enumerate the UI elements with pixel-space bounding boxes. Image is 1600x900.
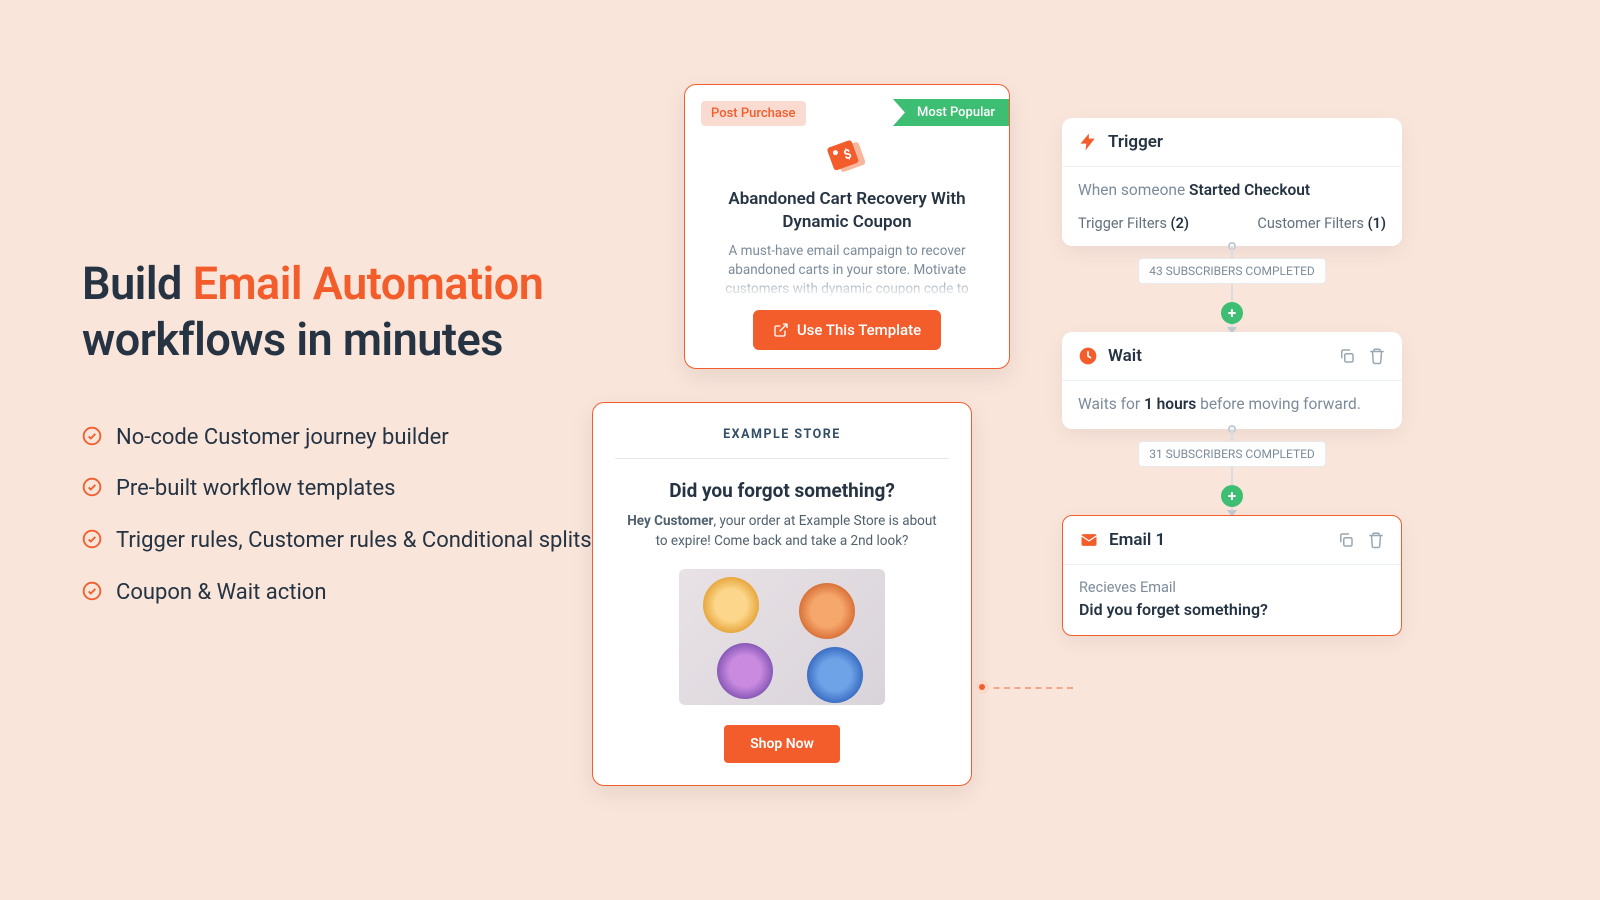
- workflow: Trigger When someone Started Checkout Tr…: [1062, 118, 1402, 636]
- trigger-filters[interactable]: Trigger Filters (2): [1078, 215, 1189, 232]
- wait-text: Waits for 1 hours before moving forward.: [1062, 381, 1402, 429]
- check-circle-icon: [82, 529, 102, 549]
- email-preview-card: EXAMPLE STORE Did you forgot something? …: [592, 402, 972, 786]
- check-circle-icon: [82, 477, 102, 497]
- feature-item: No-code Customer journey builder: [82, 423, 592, 453]
- feature-item: Trigger rules, Customer rules & Conditio…: [82, 526, 592, 556]
- connector-line: [983, 687, 1073, 689]
- mail-icon: [1079, 530, 1099, 550]
- headline-accent: Email Automation: [193, 257, 544, 310]
- trigger-text: When someone Started Checkout: [1062, 167, 1402, 215]
- headline-suffix: workflows in minutes: [82, 313, 503, 366]
- shop-now-button[interactable]: Shop Now: [724, 725, 840, 763]
- add-step-button[interactable]: +: [1221, 302, 1243, 324]
- feature-item: Coupon & Wait action: [82, 578, 592, 608]
- feature-label: Trigger rules, Customer rules & Conditio…: [116, 526, 592, 556]
- feature-item: Pre-built workflow templates: [82, 474, 592, 504]
- add-step-button[interactable]: +: [1221, 485, 1243, 507]
- clock-icon: [1078, 346, 1098, 366]
- template-description: A must-have email campaign to recover ab…: [701, 242, 993, 298]
- feature-list: No-code Customer journey builder Pre-bui…: [82, 423, 592, 608]
- connector: 43 SUBSCRIBERS COMPLETED +: [1062, 246, 1402, 332]
- use-template-label: Use This Template: [797, 321, 921, 339]
- use-template-button[interactable]: Use This Template: [753, 310, 941, 350]
- connector-dot: [975, 680, 989, 694]
- email-node-label: Email 1: [1109, 530, 1165, 550]
- trash-icon[interactable]: [1368, 347, 1386, 365]
- wait-node[interactable]: Wait Waits for 1 hours before moving for…: [1062, 332, 1402, 429]
- template-card: Post Purchase Most Popular $ Abandoned C…: [684, 84, 1010, 369]
- email-node-body: Recieves Email Did you forget something?: [1063, 565, 1401, 635]
- email-node[interactable]: Email 1 Recieves Email Did you forget so…: [1062, 515, 1402, 636]
- category-badge: Post Purchase: [701, 101, 806, 126]
- trigger-label: Trigger: [1108, 132, 1163, 152]
- wait-label: Wait: [1108, 346, 1142, 366]
- email-title: Did you forgot something?: [615, 479, 949, 502]
- page-headline: Build Email Automation workflows in minu…: [82, 256, 592, 369]
- feature-label: Coupon & Wait action: [116, 578, 327, 608]
- trash-icon[interactable]: [1367, 531, 1385, 549]
- bolt-icon: [1078, 132, 1098, 152]
- template-title: Abandoned Cart Recovery With Dynamic Cou…: [701, 188, 993, 234]
- subscriber-count: 31 SUBSCRIBERS COMPLETED: [1138, 441, 1326, 467]
- divider: [615, 458, 949, 459]
- customer-filters[interactable]: Customer Filters (1): [1257, 215, 1386, 232]
- store-name: EXAMPLE STORE: [615, 427, 949, 442]
- product-image: [679, 569, 885, 705]
- external-link-icon: [773, 322, 789, 338]
- check-circle-icon: [82, 426, 102, 446]
- connector: 31 SUBSCRIBERS COMPLETED +: [1062, 429, 1402, 515]
- trigger-node[interactable]: Trigger When someone Started Checkout Tr…: [1062, 118, 1402, 246]
- email-sub: Recieves Email: [1079, 579, 1385, 596]
- subscriber-count: 43 SUBSCRIBERS COMPLETED: [1138, 258, 1326, 284]
- feature-label: No-code Customer journey builder: [116, 423, 449, 453]
- headline-prefix: Build: [82, 257, 193, 310]
- price-tag-icon: $: [701, 136, 993, 180]
- check-circle-icon: [82, 581, 102, 601]
- duplicate-icon[interactable]: [1338, 347, 1356, 365]
- duplicate-icon[interactable]: [1337, 531, 1355, 549]
- email-body: Hey Customer, your order at Example Stor…: [615, 512, 949, 551]
- email-body-greeting: Hey Customer: [627, 513, 713, 529]
- most-popular-ribbon: Most Popular: [893, 99, 1009, 126]
- email-subject: Did you forget something?: [1079, 600, 1385, 619]
- feature-label: Pre-built workflow templates: [116, 474, 395, 504]
